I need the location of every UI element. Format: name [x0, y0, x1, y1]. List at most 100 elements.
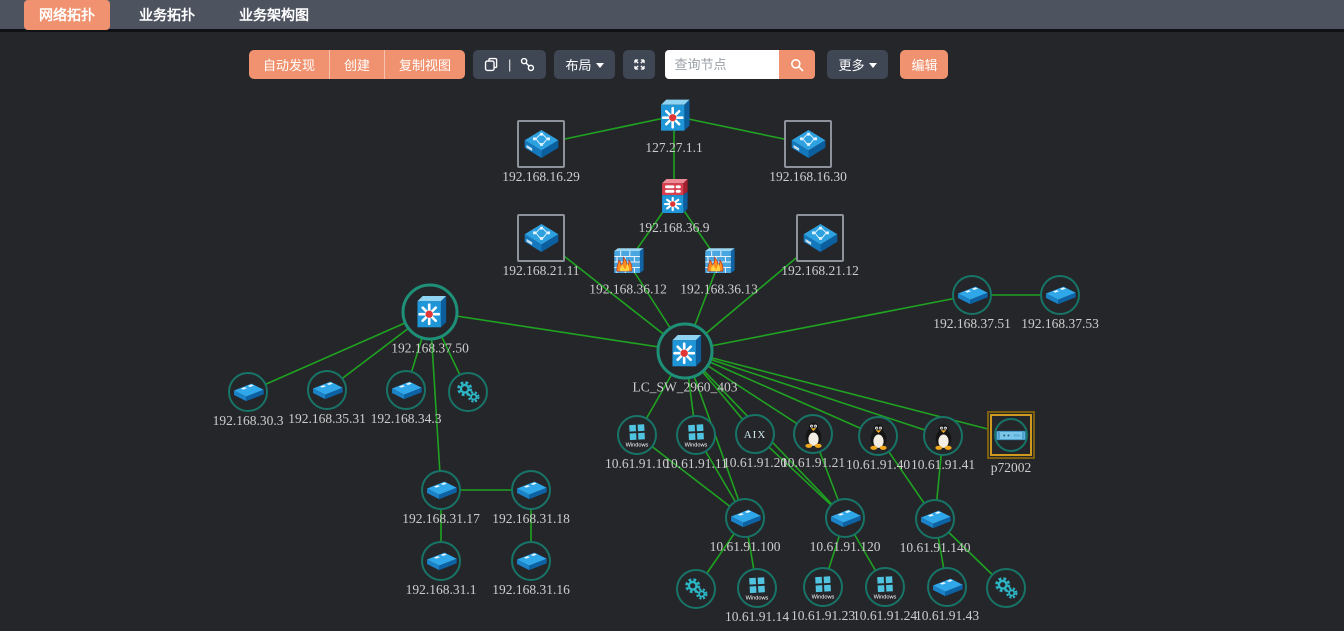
switchflat-icon — [728, 505, 763, 531]
node-10.61.91.21[interactable]: 10.61.91.21 — [793, 414, 833, 454]
windows-icon: Windows — [742, 573, 772, 603]
node-label: 10.61.91.20 — [723, 455, 787, 471]
node-label: 192.168.37.50 — [391, 341, 469, 357]
node-LC_SW_2960_403[interactable]: LC_SW_2960_403 — [657, 323, 714, 380]
primary-button-复制视图[interactable]: 复制视图 — [385, 50, 465, 79]
node-label: 10.61.91.21 — [781, 455, 845, 471]
node-10.61.91.23[interactable]: Windows 10.61.91.23 — [803, 567, 843, 607]
node-192.168.35.31[interactable]: 192.168.35.31 — [307, 370, 347, 410]
primary-button-自动发现[interactable]: 自动发现 — [249, 50, 330, 79]
firewall-icon — [701, 246, 738, 279]
svg-text:Windows: Windows — [746, 595, 769, 601]
node-192.168.37.51[interactable]: 192.168.37.51 — [952, 275, 992, 315]
tab-业务架构图[interactable]: 业务架构图 — [224, 0, 324, 30]
node-10.61.91.24[interactable]: Windows 10.61.91.24 — [865, 567, 905, 607]
switchflat-icon — [930, 574, 965, 600]
tab-业务拓扑[interactable]: 业务拓扑 — [124, 0, 210, 30]
node-10.61.91.120[interactable]: 10.61.91.120 — [825, 498, 865, 538]
node-192.168.31.16[interactable]: 192.168.31.16 — [511, 541, 551, 581]
search-box — [665, 50, 815, 79]
node-192.168.31.1[interactable]: 192.168.31.1 — [421, 541, 461, 581]
top-nav-tabs: 网络拓扑业务拓扑业务架构图 — [24, 0, 324, 30]
node-10.61.91.14[interactable]: Windows 10.61.91.14 — [737, 568, 777, 608]
node-label: 10.61.91.11 — [664, 456, 728, 472]
more-button[interactable]: 更多 — [827, 50, 888, 79]
mlswitch-icon — [410, 292, 450, 332]
node-gearBR[interactable] — [986, 568, 1026, 608]
node-192.168.37.50[interactable]: 192.168.37.50 — [402, 284, 459, 341]
node-192.168.31.17[interactable]: 192.168.31.17 — [421, 470, 461, 510]
node-192.168.30.3[interactable]: 192.168.30.3 — [228, 372, 268, 412]
node-192.168.16.30[interactable]: 192.168.16.30 — [784, 120, 832, 168]
linux-icon — [931, 422, 956, 451]
switchflat-icon — [514, 477, 549, 503]
node-label: 10.61.91.140 — [900, 540, 971, 556]
node-192.168.36.9[interactable]: 192.168.36.9 — [657, 175, 691, 217]
svg-text:Windows: Windows — [874, 594, 897, 600]
gears-icon — [682, 575, 710, 603]
node-label: 10.61.91.40 — [846, 457, 910, 473]
primary-button-创建[interactable]: 创建 — [330, 50, 385, 79]
node-gearL[interactable] — [448, 372, 488, 412]
switchflat-icon — [231, 379, 266, 405]
tab-网络拓扑[interactable]: 网络拓扑 — [24, 0, 110, 30]
node-10.61.91.10[interactable]: Windows 10.61.91.10 — [617, 415, 657, 455]
node-label: 192.168.37.51 — [933, 316, 1011, 332]
node-192.168.21.12[interactable]: 192.168.21.12 — [796, 214, 844, 262]
node-label: 192.168.31.18 — [492, 511, 570, 527]
node-127.27.1.1[interactable]: 127.27.1.1 — [655, 95, 693, 137]
node-gearBL[interactable] — [676, 569, 716, 609]
gears-icon — [454, 378, 482, 406]
node-192.168.16.29[interactable]: 192.168.16.29 — [517, 120, 565, 168]
node-10.61.91.43[interactable]: 10.61.91.43 — [927, 567, 967, 607]
node-label: 10.61.91.41 — [911, 457, 975, 473]
nodes-layer: 192.168.16.29 127.27.1.1 192.168.16.30 — [0, 0, 1344, 631]
switchflat-icon — [310, 377, 345, 403]
node-10.61.91.100[interactable]: 10.61.91.100 — [725, 498, 765, 538]
node-10.61.91.11[interactable]: Windows 10.61.91.11 — [676, 415, 716, 455]
node-p72002[interactable]: p72002 — [987, 411, 1035, 459]
node-label: 192.168.34.3 — [371, 411, 442, 427]
linux-icon — [801, 420, 826, 449]
node-10.61.91.40[interactable]: 10.61.91.40 — [858, 416, 898, 456]
switch3d-icon — [520, 219, 563, 257]
node-192.168.31.18[interactable]: 192.168.31.18 — [511, 470, 551, 510]
node-10.61.91.20[interactable]: AIX 10.61.91.20 — [735, 414, 775, 454]
node-label: 192.168.16.30 — [769, 169, 847, 185]
mlswitch-icon — [655, 95, 693, 137]
toolbar-divider: | — [508, 57, 511, 72]
fullscreen-button[interactable] — [623, 50, 655, 79]
node-192.168.37.53[interactable]: 192.168.37.53 — [1040, 275, 1080, 315]
node-label: 127.27.1.1 — [645, 140, 702, 156]
search-button[interactable] — [779, 50, 815, 79]
firewall-icon — [610, 246, 647, 279]
node-label: 192.168.31.1 — [406, 582, 477, 598]
windows-icon: Windows — [622, 420, 652, 450]
expand-icon — [632, 57, 647, 72]
toolbar: 自动发现创建复制视图 | 布局 更多 编辑 — [249, 50, 948, 79]
svg-text:AIX: AIX — [744, 429, 767, 441]
node-label: 10.61.91.43 — [915, 608, 979, 624]
topology-canvas[interactable]: 192.168.16.29 127.27.1.1 192.168.16.30 — [0, 0, 1344, 631]
copy-icon[interactable] — [483, 56, 500, 73]
search-input[interactable] — [665, 50, 779, 79]
node-10.61.91.140[interactable]: 10.61.91.140 — [915, 499, 955, 539]
switchflat-icon — [389, 377, 424, 403]
windows-icon: Windows — [681, 420, 711, 450]
edit-button[interactable]: 编辑 — [900, 50, 948, 79]
layout-button[interactable]: 布局 — [554, 50, 615, 79]
svg-text:Windows: Windows — [626, 442, 649, 448]
node-192.168.36.13[interactable]: 192.168.36.13 — [701, 246, 738, 279]
node-label: 192.168.36.9 — [639, 220, 710, 236]
link-icon[interactable] — [519, 56, 536, 73]
layout-button-label: 布局 — [565, 55, 591, 74]
node-10.61.91.41[interactable]: 10.61.91.41 — [923, 416, 963, 456]
gears-icon — [992, 574, 1020, 602]
chevron-down-icon — [869, 63, 877, 68]
node-192.168.36.12[interactable]: 192.168.36.12 — [610, 246, 647, 279]
windows-icon: Windows — [808, 572, 838, 602]
node-192.168.34.3[interactable]: 192.168.34.3 — [386, 370, 426, 410]
node-192.168.21.11[interactable]: 192.168.21.11 — [517, 214, 565, 262]
node-label: 192.168.30.3 — [213, 413, 284, 429]
aix-icon: AIX — [739, 418, 771, 450]
